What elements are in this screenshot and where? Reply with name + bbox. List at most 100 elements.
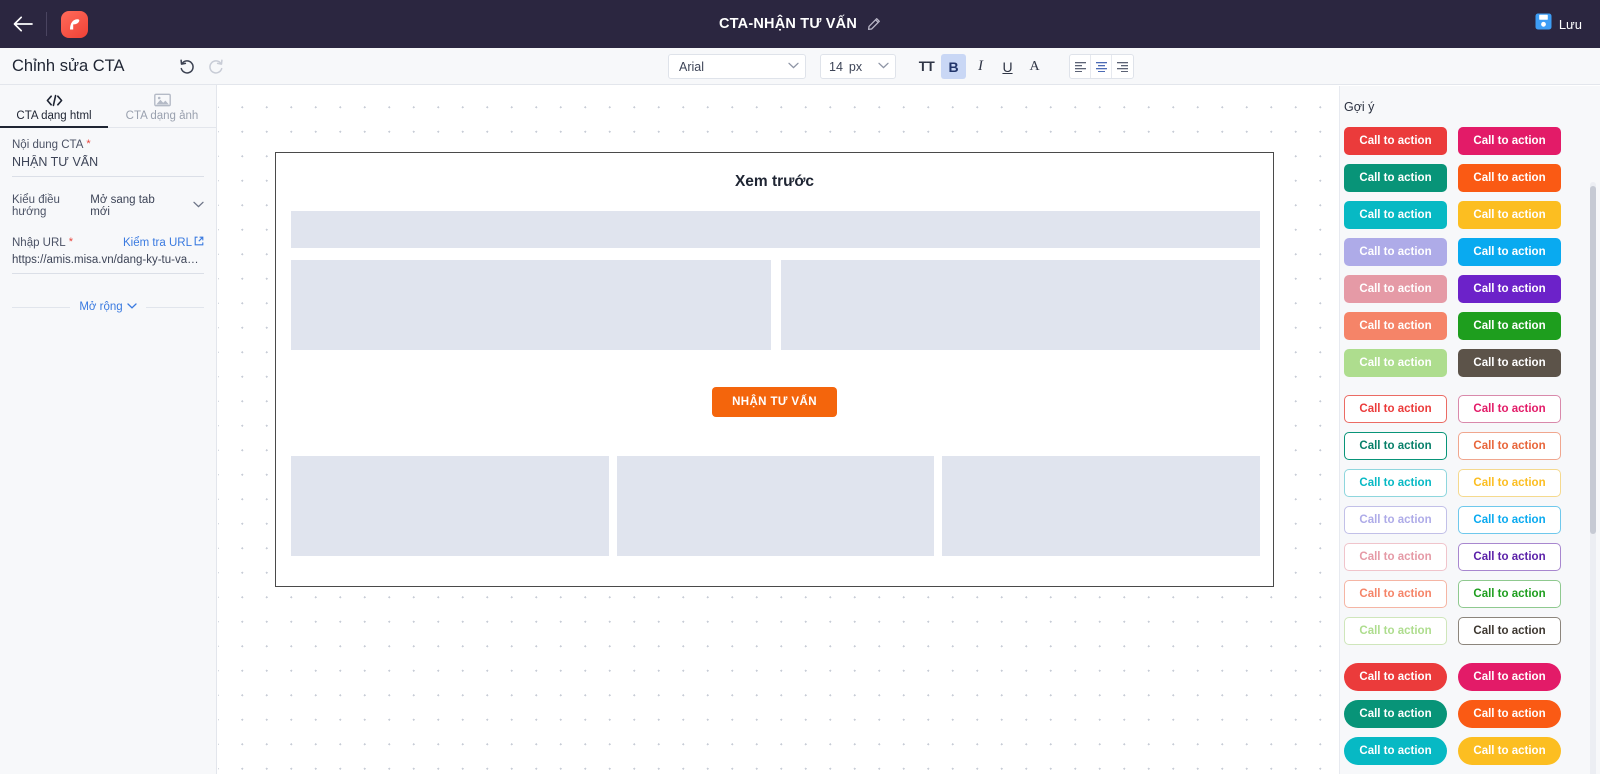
align-center-icon[interactable]: [1091, 55, 1112, 78]
placeholder-block: [291, 456, 609, 556]
url-field-label: Nhập URL *: [12, 235, 73, 249]
font-size-select[interactable]: 14 px: [820, 54, 896, 79]
url-label-text: Nhập URL: [12, 236, 66, 249]
cta-suggestion-button[interactable]: Call to action: [1344, 312, 1447, 340]
align-left-icon[interactable]: [1070, 55, 1091, 78]
suggestions-scrollbar[interactable]: [1590, 182, 1596, 774]
cta-name-title: CTA-NHẬN TƯ VẤN: [719, 16, 857, 32]
cta-suggestion-button[interactable]: Call to action: [1458, 312, 1561, 340]
external-link-icon: [194, 236, 204, 249]
save-floppy-icon: [1535, 13, 1552, 35]
cta-suggestion-button[interactable]: Call to action: [1344, 663, 1447, 691]
cta-suggestion-button[interactable]: Call to action: [1458, 201, 1561, 229]
content-input[interactable]: NHẬN TƯ VẤN: [12, 155, 204, 177]
tab-cta-image[interactable]: CTA dạng ảnh: [108, 85, 216, 127]
url-input[interactable]: https://amis.misa.vn/dang-ky-tu-van/?p=t…: [12, 254, 204, 274]
brand-logo-icon[interactable]: [61, 10, 88, 38]
cta-suggestion-button[interactable]: Call to action: [1344, 349, 1447, 377]
cta-suggestion-button[interactable]: Call to action: [1344, 238, 1447, 266]
align-right-icon[interactable]: [1112, 55, 1133, 78]
cta-suggestion-button[interactable]: Call to action: [1458, 127, 1561, 155]
cta-suggestion-button[interactable]: Call to action: [1344, 201, 1447, 229]
suggestions-scroll-area[interactable]: Gợi ý Call to action Call to action Call t…: [1340, 86, 1600, 774]
cta-preview-button[interactable]: NHẬN TƯ VẤN: [712, 387, 837, 417]
cta-suggestion-button[interactable]: Call to action: [1344, 580, 1447, 608]
text-case-button[interactable]: TT: [914, 54, 939, 79]
italic-button[interactable]: I: [968, 54, 993, 79]
cta-suggestion-button[interactable]: Call to action: [1458, 617, 1561, 645]
nav-type-label: Kiểu điều hướng: [12, 194, 60, 218]
cta-suggestion-button[interactable]: Call to action: [1458, 275, 1561, 303]
required-asterisk: *: [86, 138, 91, 150]
check-url-label: Kiểm tra URL: [122, 236, 192, 249]
font-color-button[interactable]: A: [1022, 54, 1047, 79]
cta-suggestion-button[interactable]: Call to action: [1458, 580, 1561, 608]
editor-canvas[interactable]: Xem trước NHẬN TƯ VẤN: [218, 86, 1339, 774]
cta-suggestion-button[interactable]: Call to action: [1344, 700, 1447, 728]
cta-suggestion-button[interactable]: Call to action: [1458, 663, 1561, 691]
topbar-divider: [46, 12, 47, 36]
image-icon: [153, 93, 171, 108]
placeholder-three-columns: [291, 456, 1261, 556]
editor-toolbar-bar: Chỉnh sửa CTA Arial 14 px TT B I U A: [0, 48, 1600, 85]
cta-suggestion-button[interactable]: Call to action: [1344, 737, 1447, 765]
expand-toggle[interactable]: Mở rộng: [70, 301, 146, 313]
cta-suggestion-button[interactable]: Call to action: [1458, 395, 1561, 423]
redo-icon[interactable]: [207, 58, 225, 76]
check-url-link[interactable]: Kiểm tra URL: [123, 236, 204, 249]
suggestion-groups: Call to action Call to action Call to acti…: [1340, 127, 1581, 765]
back-button[interactable]: [0, 0, 46, 48]
cta-suggestion-button[interactable]: Call to action: [1458, 238, 1561, 266]
required-asterisk: *: [68, 235, 73, 248]
placeholder-block: [942, 456, 1261, 556]
tab-cta-html[interactable]: CTA dạng html: [0, 85, 108, 128]
arrow-left-icon: [13, 16, 33, 32]
bold-button[interactable]: B: [941, 54, 966, 79]
nav-type-select[interactable]: Mở sang tab mới: [90, 194, 204, 218]
cta-suggestion-button[interactable]: Call to action: [1458, 543, 1561, 571]
cta-suggestion-button[interactable]: Call to action: [1344, 506, 1447, 534]
cta-suggestion-button[interactable]: Call to action: [1344, 127, 1447, 155]
cta-preview-box[interactable]: Xem trước NHẬN TƯ VẤN: [275, 152, 1274, 587]
cta-suggestion-button[interactable]: Call to action: [1458, 506, 1561, 534]
underline-button[interactable]: U: [995, 54, 1020, 79]
nav-type-row: Kiểu điều hướng Mở sang tab mới: [12, 194, 204, 218]
cta-suggestion-button[interactable]: Call to action: [1458, 469, 1561, 497]
cta-suggestion-button[interactable]: Call to action: [1458, 737, 1561, 765]
tab-cta-image-label: CTA dạng ảnh: [125, 109, 199, 122]
cta-suggestion-button[interactable]: Call to action: [1344, 543, 1447, 571]
cta-suggestion-button[interactable]: Call to action: [1344, 617, 1447, 645]
cta-suggestion-button[interactable]: Call to action: [1458, 164, 1561, 192]
cta-suggestion-button[interactable]: Call to action: [1458, 432, 1561, 460]
pencil-edit-icon[interactable]: [867, 17, 881, 31]
cta-button-area: NHẬN TƯ VẤN: [276, 387, 1273, 417]
url-field-header: Nhập URL * Kiểm tra URL: [12, 236, 204, 249]
cta-suggestion-button[interactable]: Call to action: [1344, 164, 1447, 192]
cta-suggestion-button[interactable]: Call to action: [1344, 395, 1447, 423]
font-family-select[interactable]: Arial: [668, 54, 806, 79]
suggestion-group-filled-pill: Call to action Call to action Call to acti…: [1344, 663, 1581, 765]
font-family-value: Arial: [679, 59, 705, 74]
cta-suggestion-button[interactable]: Call to action: [1458, 349, 1561, 377]
top-bar: CTA-NHẬN TƯ VẤN Lưu: [0, 0, 1600, 48]
chevron-down-icon: [878, 62, 889, 72]
cta-suggestion-button[interactable]: Call to action: [1344, 432, 1447, 460]
undo-icon[interactable]: [178, 58, 196, 76]
placeholder-block: [616, 456, 935, 556]
cta-type-tabs: CTA dạng html CTA dạng ảnh: [0, 85, 216, 128]
cta-suggestion-button[interactable]: Call to action: [1458, 700, 1561, 728]
cta-suggestion-button[interactable]: Call to action: [1344, 469, 1447, 497]
font-size-value: 14: [829, 59, 843, 74]
chevron-down-icon: [193, 201, 204, 211]
save-button[interactable]: Lưu: [1535, 0, 1582, 48]
placeholder-two-columns: [291, 260, 1260, 350]
cta-suggestion-button[interactable]: Call to action: [1344, 275, 1447, 303]
placeholder-block: [291, 260, 771, 350]
scrollbar-thumb[interactable]: [1590, 186, 1596, 534]
cta-form: Nội dung CTA * NHẬN TƯ VẤN Kiểu điều hướ…: [0, 128, 216, 313]
content-field-label: Nội dung CTA *: [12, 138, 204, 152]
suggestions-title: Gợi ý: [1344, 100, 1375, 114]
nav-type-value: Mở sang tab mới: [90, 194, 155, 218]
tab-cta-html-label: CTA dạng html: [16, 109, 92, 122]
